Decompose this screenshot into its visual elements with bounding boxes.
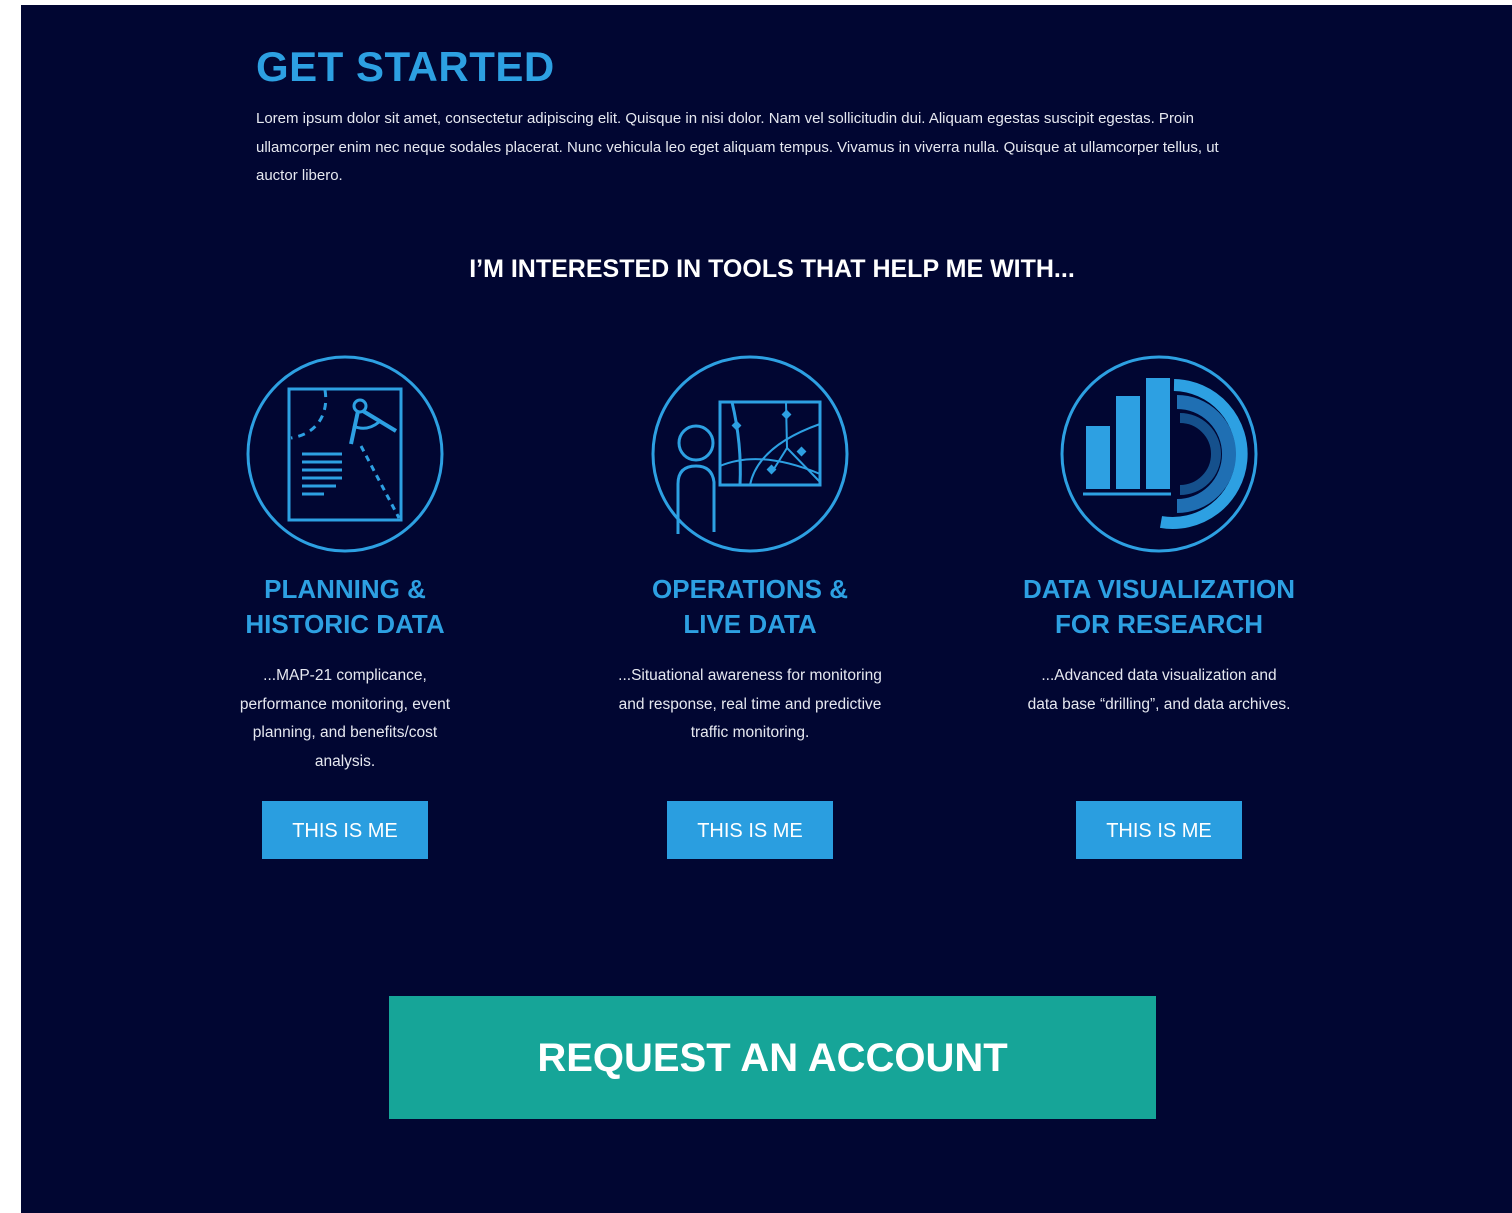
page-title: GET STARTED (256, 43, 555, 90)
get-started-panel: GET STARTED Lorem ipsum dolor sit amet, … (21, 5, 1512, 1213)
planning-document-compass-icon (246, 355, 444, 553)
card-description: ...MAP-21 complicance, performance monit… (239, 667, 451, 770)
this-is-me-button-operations[interactable]: THIS IS ME (667, 801, 833, 859)
card-description: ...Advanced data visualization and data … (1027, 667, 1291, 713)
this-is-me-button-planning[interactable]: THIS IS ME (262, 801, 428, 859)
request-account-button[interactable]: REQUEST AN ACCOUNT (389, 996, 1156, 1119)
card-planning: PLANNING & HISTORIC DATA ...MAP-21 compl… (185, 354, 505, 776)
interest-heading: I’M INTERESTED IN TOOLS THAT HELP ME WIT… (469, 255, 1075, 283)
card-title-line: OPERATIONS & (652, 574, 848, 604)
card-operations: OPERATIONS & LIVE DATA ...Situational aw… (590, 354, 910, 748)
card-title-line: HISTORIC DATA (245, 609, 445, 639)
data-visualization-bar-chart-icon (1060, 355, 1258, 553)
card-title: PLANNING & HISTORIC DATA (185, 572, 505, 642)
card-description: ...Situational awareness for monitoring … (618, 667, 882, 741)
card-title-line: DATA VISUALIZATION (1022, 574, 1295, 604)
card-title-line: LIVE DATA (683, 609, 817, 639)
card-title: OPERATIONS & LIVE DATA (590, 572, 910, 642)
operations-presenter-map-icon (651, 355, 849, 553)
this-is-me-button-data-visualization[interactable]: THIS IS ME (1076, 801, 1242, 859)
card-data-visualization: DATA VISUALIZATION FOR RESEARCH ...Advan… (999, 354, 1319, 719)
card-title-line: PLANNING & (264, 574, 426, 604)
card-title: DATA VISUALIZATION FOR RESEARCH (999, 572, 1319, 642)
intro-paragraph: Lorem ipsum dolor sit amet, consectetur … (256, 110, 1219, 184)
card-title-line: FOR RESEARCH (1054, 609, 1263, 639)
